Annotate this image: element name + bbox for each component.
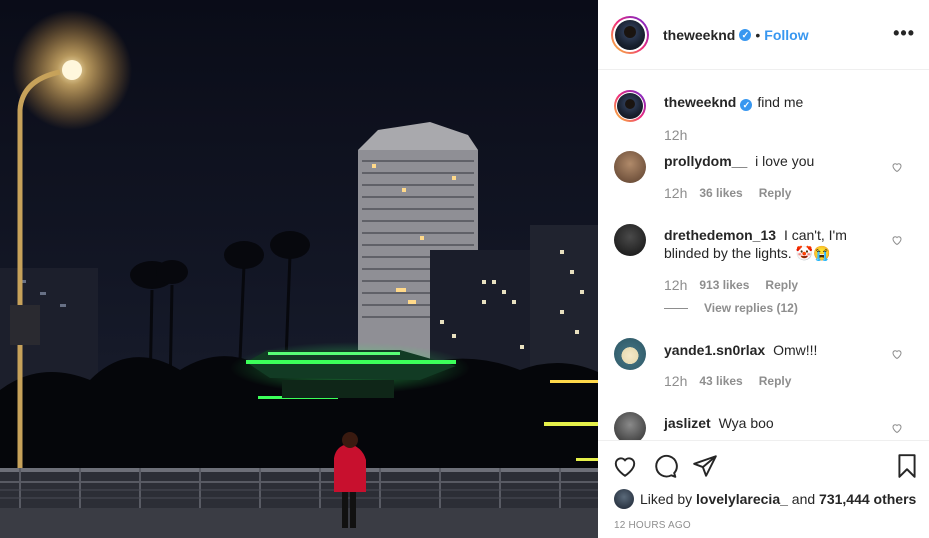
commenter-avatar[interactable] bbox=[614, 338, 646, 370]
comment-message: i love you bbox=[755, 153, 815, 169]
post-side-panel: theweeknd ✓ • Follow ••• theweeknd ✓ find … bbox=[598, 0, 929, 538]
more-icon[interactable]: ••• bbox=[893, 24, 915, 42]
comment-icon[interactable] bbox=[652, 453, 678, 479]
likes-count[interactable]: 731,444 others bbox=[819, 491, 916, 507]
author-avatar[interactable] bbox=[611, 15, 649, 54]
caption-time: 12h bbox=[664, 127, 688, 143]
view-replies-line bbox=[664, 307, 688, 309]
view-replies-label: View replies (12) bbox=[704, 301, 798, 315]
comment-text: yande1.sn0rlax Omw!!! bbox=[664, 341, 884, 359]
comment-heart-icon[interactable] bbox=[891, 348, 903, 360]
comment-username[interactable]: yande1.sn0rlax bbox=[664, 342, 765, 358]
comment-text: drethedemon_13 I can't, I'm blinded by t… bbox=[664, 226, 874, 262]
caption-message: find me bbox=[757, 94, 804, 110]
verified-icon: ✓ bbox=[739, 28, 752, 41]
separator: • bbox=[755, 26, 761, 43]
comment-time: 12h bbox=[664, 277, 688, 293]
comments-list[interactable]: theweeknd ✓ find me 12h prollydom__ i love… bbox=[598, 71, 929, 440]
comment-time: 12h bbox=[664, 185, 688, 201]
bookmark-icon[interactable] bbox=[894, 453, 920, 479]
heart-icon[interactable] bbox=[612, 453, 638, 479]
comment-heart-icon[interactable] bbox=[891, 161, 903, 173]
reply-button[interactable]: Reply bbox=[765, 278, 798, 292]
comment-heart-icon[interactable] bbox=[891, 234, 903, 246]
comment-text: prollydom__ i love you bbox=[664, 152, 884, 170]
view-replies-button[interactable]: View replies (12) bbox=[664, 301, 798, 315]
post-actions: Liked by lovelylarecia_ and 731,444 othe… bbox=[598, 440, 929, 538]
liked-by-user[interactable]: lovelylarecia_ bbox=[696, 491, 788, 507]
liked-by: Liked by lovelylarecia_ and 731,444 othe… bbox=[614, 489, 916, 509]
commenter-avatar[interactable] bbox=[614, 151, 646, 183]
liked-by-and: and bbox=[791, 491, 816, 507]
comment-time: 12h bbox=[664, 373, 688, 389]
comment-username[interactable]: jaslizet bbox=[664, 415, 711, 431]
share-icon[interactable] bbox=[692, 453, 718, 479]
post-timestamp[interactable]: 12 HOURS AGO bbox=[614, 520, 691, 531]
liker-avatar[interactable] bbox=[614, 489, 634, 509]
comment-username[interactable]: prollydom__ bbox=[664, 153, 747, 169]
comment-meta: 12h 36 likes Reply bbox=[664, 185, 791, 201]
comment-likes[interactable]: 913 likes bbox=[699, 278, 749, 292]
comment-message: Omw!!! bbox=[773, 342, 818, 358]
commenter-avatar[interactable] bbox=[614, 412, 646, 440]
commenter-avatar[interactable] bbox=[614, 224, 646, 256]
reply-button[interactable]: Reply bbox=[759, 374, 792, 388]
comment-meta: 12h 43 likes Reply bbox=[664, 373, 791, 389]
follow-button[interactable]: Follow bbox=[764, 27, 808, 43]
liked-by-prefix: Liked by bbox=[640, 491, 693, 507]
comment-username[interactable]: drethedemon_13 bbox=[664, 227, 776, 243]
comment-likes[interactable]: 36 likes bbox=[699, 186, 742, 200]
comment-likes[interactable]: 43 likes bbox=[699, 374, 742, 388]
caption-text: theweeknd ✓ find me bbox=[664, 93, 884, 111]
author-username[interactable]: theweeknd bbox=[663, 27, 735, 43]
reply-button[interactable]: Reply bbox=[759, 186, 792, 200]
caption-username[interactable]: theweeknd bbox=[664, 94, 736, 110]
comment-meta: 12h 913 likes Reply bbox=[664, 277, 798, 293]
comment-message: Wya boo bbox=[718, 415, 774, 431]
caption-avatar[interactable] bbox=[614, 90, 646, 122]
verified-icon: ✓ bbox=[740, 99, 753, 111]
comment-text: jaslizet Wya boo bbox=[664, 414, 884, 432]
caption-meta: 12h bbox=[664, 127, 699, 143]
post-header: theweeknd ✓ • Follow ••• bbox=[598, 0, 929, 70]
comment-heart-icon[interactable] bbox=[891, 422, 903, 434]
post-photo bbox=[0, 0, 598, 538]
